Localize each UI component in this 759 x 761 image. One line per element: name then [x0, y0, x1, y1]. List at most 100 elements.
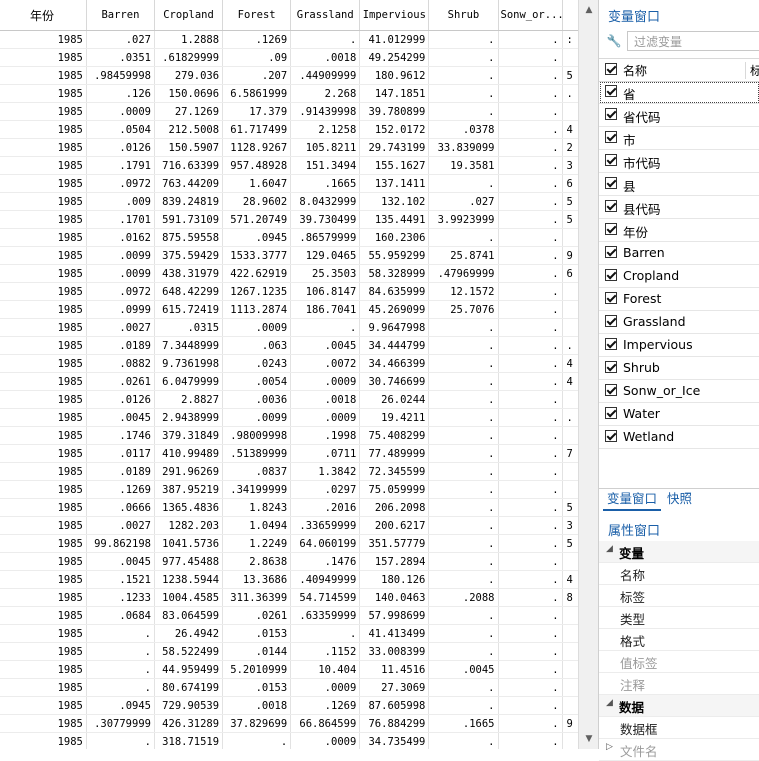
table-cell[interactable]: 1985	[0, 660, 87, 679]
table-cell[interactable]: 1985	[0, 354, 87, 373]
select-all-checkbox[interactable]	[605, 63, 617, 75]
table-row[interactable]: 1985.0045 2.9438999.0099.0009 19.4211...	[0, 408, 591, 427]
table-cell[interactable]: 29.743199	[359, 138, 430, 157]
table-cell[interactable]: 8.0432999	[290, 192, 361, 211]
property-item-collapsed[interactable]: ▷ 文件名	[599, 739, 759, 761]
property-item[interactable]: 注释	[599, 673, 759, 695]
table-cell[interactable]: 2.8638	[222, 552, 292, 571]
table-cell[interactable]: 1985	[0, 156, 87, 175]
table-cell[interactable]: 212.5008	[154, 120, 224, 139]
column-header-barren[interactable]: Barren	[86, 0, 155, 31]
table-cell[interactable]: 1985	[0, 390, 87, 409]
table-cell[interactable]: .	[428, 318, 499, 337]
variable-item[interactable]: 县	[599, 173, 759, 196]
table-cell[interactable]: .	[428, 174, 499, 193]
table-cell[interactable]: 1985	[0, 552, 87, 571]
table-row[interactable]: 1985.0189 7.3448999.063.0045 34.444799...	[0, 336, 591, 355]
table-row[interactable]: 1985.1746 379.31849.98009998.1998 75.40829…	[0, 426, 591, 445]
table-cell[interactable]: .	[290, 318, 361, 337]
table-cell[interactable]: .	[498, 246, 563, 265]
table-cell[interactable]: 1985	[0, 102, 87, 121]
table-cell[interactable]: 5.2010999	[222, 660, 292, 679]
table-cell[interactable]: .0261	[86, 372, 155, 391]
table-cell[interactable]: 1004.4585	[154, 588, 224, 607]
column-header-forest[interactable]: Forest	[222, 0, 292, 31]
table-cell[interactable]: .0009	[290, 678, 361, 697]
table-cell[interactable]: 87.605998	[359, 696, 430, 715]
table-cell[interactable]: .	[498, 462, 563, 481]
table-row[interactable]: 1985.1791 716.63399 957.48928 151.3494 155.1…	[0, 156, 591, 175]
table-cell[interactable]: 137.1411	[359, 174, 430, 193]
table-cell[interactable]: .	[86, 732, 155, 749]
table-cell[interactable]: .	[428, 354, 499, 373]
table-cell[interactable]: .	[428, 30, 499, 49]
table-cell[interactable]: .30779999	[86, 714, 155, 733]
table-row[interactable]: 1985.0351.61829999.09.0018 49.254299..	[0, 48, 591, 67]
table-cell[interactable]: .61829999	[154, 48, 224, 67]
column-header-year[interactable]: 年份	[0, 0, 87, 31]
table-cell[interactable]: 1985	[0, 246, 87, 265]
table-cell[interactable]: .	[86, 624, 155, 643]
table-cell[interactable]: .0009	[222, 318, 292, 337]
scroll-up-icon[interactable]: ▲	[579, 0, 598, 20]
table-cell[interactable]: 1985	[0, 84, 87, 103]
variable-checkbox[interactable]	[605, 430, 617, 442]
table-cell[interactable]: .0504	[86, 120, 155, 139]
table-cell[interactable]: 279.036	[154, 66, 224, 85]
table-cell[interactable]: .63359999	[290, 606, 361, 625]
table-cell[interactable]: 150.5907	[154, 138, 224, 157]
table-cell[interactable]: .	[498, 282, 563, 301]
table-cell[interactable]: 977.45488	[154, 552, 224, 571]
table-cell[interactable]: 1985	[0, 138, 87, 157]
table-cell[interactable]: 30.746699	[359, 372, 430, 391]
table-cell[interactable]: .0018	[222, 696, 292, 715]
table-cell[interactable]: 152.0172	[359, 120, 430, 139]
table-cell[interactable]: .0018	[290, 390, 361, 409]
variable-item[interactable]: Barren	[599, 242, 759, 265]
table-cell[interactable]: .	[498, 696, 563, 715]
table-cell[interactable]: 1985	[0, 174, 87, 193]
table-cell[interactable]: .	[86, 660, 155, 679]
table-cell[interactable]: .	[498, 480, 563, 499]
table-cell[interactable]: .0243	[222, 354, 292, 373]
expand-icon[interactable]: ▷	[606, 742, 613, 752]
table-cell[interactable]: .	[498, 516, 563, 535]
table-cell[interactable]: 1.3842	[290, 462, 361, 481]
header-label[interactable]: 标	[745, 62, 759, 79]
table-cell[interactable]: 291.96269	[154, 462, 224, 481]
table-cell[interactable]: .	[428, 678, 499, 697]
property-item[interactable]: 类型	[599, 607, 759, 629]
table-cell[interactable]: .	[428, 444, 499, 463]
table-row[interactable]: 1985.0189 291.96269.0837 1.3842 72.345599..	[0, 462, 591, 481]
table-row[interactable]: 1985.126 150.0696 6.5861999 2.268 147.1851..…	[0, 84, 591, 103]
table-cell[interactable]: 33.839099	[428, 138, 499, 157]
table-cell[interactable]: 186.7041	[290, 300, 361, 319]
table-cell[interactable]: .	[498, 336, 563, 355]
variable-item[interactable]: Sonw_or_Ice	[599, 380, 759, 403]
table-cell[interactable]: .0045	[86, 408, 155, 427]
table-cell[interactable]: 64.060199	[290, 534, 361, 553]
table-cell[interactable]: 1985	[0, 516, 87, 535]
table-cell[interactable]: 379.31849	[154, 426, 224, 445]
table-cell[interactable]: .0099	[222, 408, 292, 427]
table-cell[interactable]: 41.012999	[359, 30, 430, 49]
table-cell[interactable]: .207	[222, 66, 292, 85]
table-cell[interactable]: 1985	[0, 30, 87, 49]
table-cell[interactable]: 55.959299	[359, 246, 430, 265]
table-cell[interactable]: 72.345599	[359, 462, 430, 481]
table-cell[interactable]: .	[428, 462, 499, 481]
table-cell[interactable]: .1746	[86, 426, 155, 445]
property-section[interactable]: ◢ 变量	[599, 541, 759, 563]
table-row[interactable]: 1985.0126 2.8827.0036.0018 26.0244..	[0, 390, 591, 409]
table-cell[interactable]: 410.99489	[154, 444, 224, 463]
table-cell[interactable]: 648.42299	[154, 282, 224, 301]
table-cell[interactable]: .0054	[222, 372, 292, 391]
table-cell[interactable]: .	[498, 714, 563, 733]
table-cell[interactable]: 44.959499	[154, 660, 224, 679]
variable-checkbox[interactable]	[605, 292, 617, 304]
table-cell[interactable]: 160.2306	[359, 228, 430, 247]
table-cell[interactable]: .1269	[86, 480, 155, 499]
table-cell[interactable]: 19.4211	[359, 408, 430, 427]
table-cell[interactable]: 1985	[0, 318, 87, 337]
table-cell[interactable]: 1985	[0, 462, 87, 481]
